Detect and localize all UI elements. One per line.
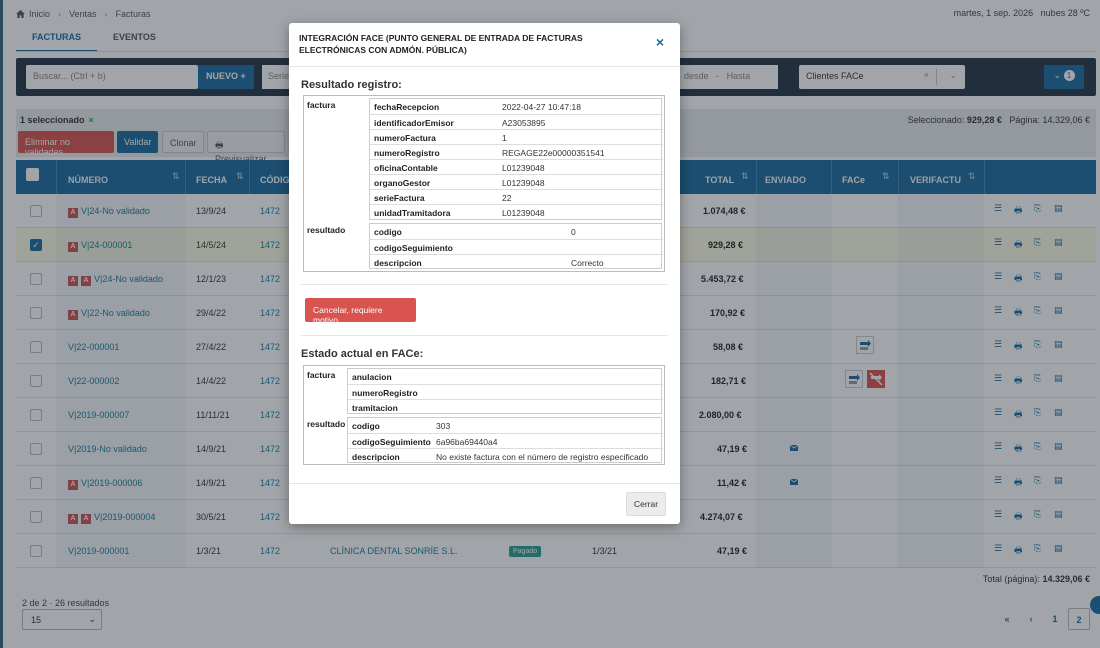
- modal-divider: [289, 483, 680, 484]
- registro-title: Resultado registro:: [301, 79, 402, 91]
- modal-divider: [301, 335, 668, 336]
- estado-resultado-label: resultado: [307, 419, 346, 429]
- estado-resultado-table: codigo 303 codigoSeguimiento 6a96ba69440a4…: [347, 417, 663, 463]
- kv-row: numeroRegistro REGAGE22e00000351541: [370, 144, 663, 159]
- registro-resultado-table: codigo 0 codigoSeguimiento descripcion Cor…: [369, 223, 663, 269]
- estado-factura-label: factura: [307, 370, 336, 380]
- face-modal: INTEGRACIÓN FACE (PUNTO GENERAL DE ENTRA…: [289, 23, 680, 524]
- kv-row: codigoSeguimiento: [370, 239, 663, 254]
- kv-key: unidadTramitadora: [374, 208, 451, 218]
- kv-key: codigo: [352, 421, 380, 431]
- kv-key: fechaRecepcion: [374, 102, 440, 112]
- kv-value: L01239048: [502, 208, 545, 218]
- kv-key: identificadorEmisor: [374, 118, 454, 128]
- kv-row: serieFactura 22: [370, 189, 663, 204]
- kv-row: codigo 0: [370, 224, 663, 239]
- kv-value: 22: [502, 193, 512, 203]
- kv-key: serieFactura: [374, 193, 425, 203]
- estado-factura-table: anulacion numeroRegistro tramitacion: [347, 368, 663, 414]
- kv-value: REGAGE22e00000351541: [502, 148, 605, 158]
- left-edge: [0, 0, 3, 648]
- kv-row: numeroFactura 1: [370, 129, 663, 144]
- modal-divider: [289, 66, 680, 67]
- estado-result-table: factura anulacion numeroRegistro tramita…: [303, 365, 665, 465]
- kv-value: 6a96ba69440a4: [436, 437, 498, 447]
- kv-row: codigo 303: [348, 418, 663, 433]
- kv-key: anulacion: [352, 372, 392, 382]
- kv-row: anulacion: [348, 369, 663, 384]
- kv-value: L01239048: [502, 178, 545, 188]
- kv-value: 1: [502, 133, 507, 143]
- kv-key: codigoSeguimiento: [374, 243, 453, 253]
- kv-key: oficinaContable: [374, 163, 438, 173]
- kv-row: descripcion Correcto: [370, 254, 663, 269]
- registro-result-table: factura fechaRecepcion 2022-04-27 10:47:1…: [303, 95, 665, 272]
- registro-factura-label: factura: [307, 100, 336, 110]
- kv-row: oficinaContable L01239048: [370, 159, 663, 174]
- registro-factura-table: fechaRecepcion 2022-04-27 10:47:18 identi…: [369, 98, 663, 220]
- kv-value: L01239048: [502, 163, 545, 173]
- kv-key: codigoSeguimiento: [352, 437, 431, 447]
- close-icon[interactable]: ×: [656, 34, 664, 50]
- kv-key: descripcion: [352, 452, 400, 462]
- kv-row: tramitacion: [348, 399, 663, 414]
- kv-key: tramitacion: [352, 403, 398, 413]
- kv-row: unidadTramitadora L01239048: [370, 204, 663, 219]
- kv-value: A23053895: [502, 118, 546, 128]
- kv-row: numeroRegistro: [348, 384, 663, 399]
- page: Inicio › Ventas › Facturas martes, 1 sep…: [0, 0, 1100, 648]
- kv-value: Correcto: [571, 258, 604, 268]
- kv-value: 0: [571, 227, 576, 237]
- kv-row: identificadorEmisor A23053895: [370, 114, 663, 129]
- kv-value: 303: [436, 421, 451, 431]
- kv-key: numeroRegistro: [374, 148, 440, 158]
- modal-divider: [301, 284, 668, 285]
- kv-row: fechaRecepcion 2022-04-27 10:47:18: [370, 99, 663, 114]
- modal-title: INTEGRACIÓN FACE (PUNTO GENERAL DE ENTRA…: [299, 33, 583, 55]
- kv-key: descripcion: [374, 258, 422, 268]
- kv-key: numeroRegistro: [352, 388, 418, 398]
- cancel-registration-button[interactable]: Cancelar, requiere motivo: [305, 298, 416, 325]
- kv-row: descripcion No existe factura con el núme…: [348, 448, 663, 463]
- close-button[interactable]: Cerrar: [626, 492, 666, 516]
- registro-resultado-label: resultado: [307, 225, 346, 235]
- estado-title: Estado actual en FACe:: [301, 348, 424, 360]
- kv-value: No existe factura con el número de regis…: [436, 452, 649, 462]
- kv-key: codigo: [374, 227, 402, 237]
- kv-row: organoGestor L01239048: [370, 174, 663, 189]
- kv-row: codigoSeguimiento 6a96ba69440a4: [348, 433, 663, 448]
- kv-key: organoGestor: [374, 178, 431, 188]
- kv-key: numeroFactura: [374, 133, 436, 143]
- kv-value: 2022-04-27 10:47:18: [502, 102, 581, 112]
